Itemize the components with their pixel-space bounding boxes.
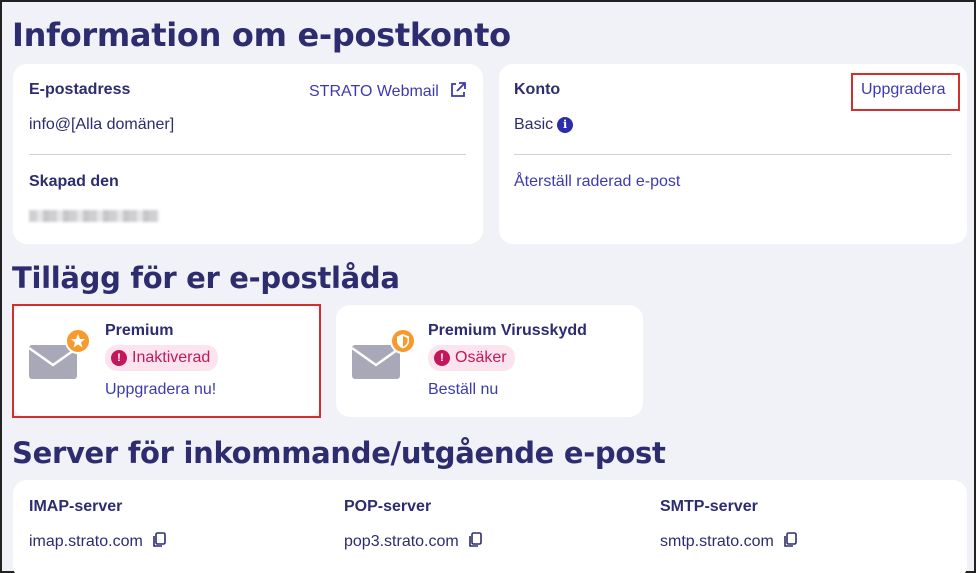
imap-server-host: imap.strato.com (29, 532, 167, 551)
webmail-link[interactable]: STRATO Webmail (309, 81, 467, 101)
servers-card: IMAP-server imap.strato.com POP-server p… (13, 480, 967, 573)
account-plan: Basic i (514, 116, 574, 134)
created-date-label: Skapad den (29, 173, 119, 190)
premium-highlight (12, 304, 321, 418)
status-badge: ! Osäker (428, 345, 515, 371)
restore-deleted-email-link[interactable]: Återställ raderad e-post (514, 173, 680, 191)
email-address-label: E-postadress (29, 81, 131, 98)
upgrade-highlight (851, 73, 960, 111)
divider (29, 154, 466, 155)
section-title-addons: Tillägg för er e-postlåda (12, 261, 400, 295)
copy-icon[interactable] (151, 532, 167, 548)
smtp-server-label: SMTP-server (660, 498, 758, 515)
alert-icon: ! (434, 350, 450, 366)
pop-server-host: pop3.strato.com (344, 532, 483, 551)
created-date-redacted (29, 210, 159, 222)
shield-icon (390, 328, 416, 354)
copy-icon[interactable] (782, 532, 798, 548)
order-now-link[interactable]: Beställ nu (428, 381, 498, 399)
addon-name: Premium Virusskydd (428, 322, 587, 339)
section-title-account-info: Information om e-postkonto (12, 16, 511, 54)
divider (514, 154, 951, 155)
account-label: Konto (514, 81, 561, 98)
smtp-server-host: smtp.strato.com (660, 532, 798, 551)
section-title-servers: Server för inkommande/utgående e-post (12, 436, 666, 470)
email-address-value: info@[Alla domäner] (29, 116, 175, 133)
copy-icon[interactable] (467, 532, 483, 548)
addon-card-virus-protection[interactable]: Premium Virusskydd ! Osäker Beställ nu (336, 305, 643, 417)
pop-server-label: POP-server (344, 498, 432, 515)
imap-server-label: IMAP-server (29, 498, 123, 515)
email-address-card: E-postadress STRATO Webmail info@[Alla d… (13, 64, 483, 244)
external-link-icon (451, 82, 467, 97)
info-icon[interactable]: i (557, 117, 574, 133)
